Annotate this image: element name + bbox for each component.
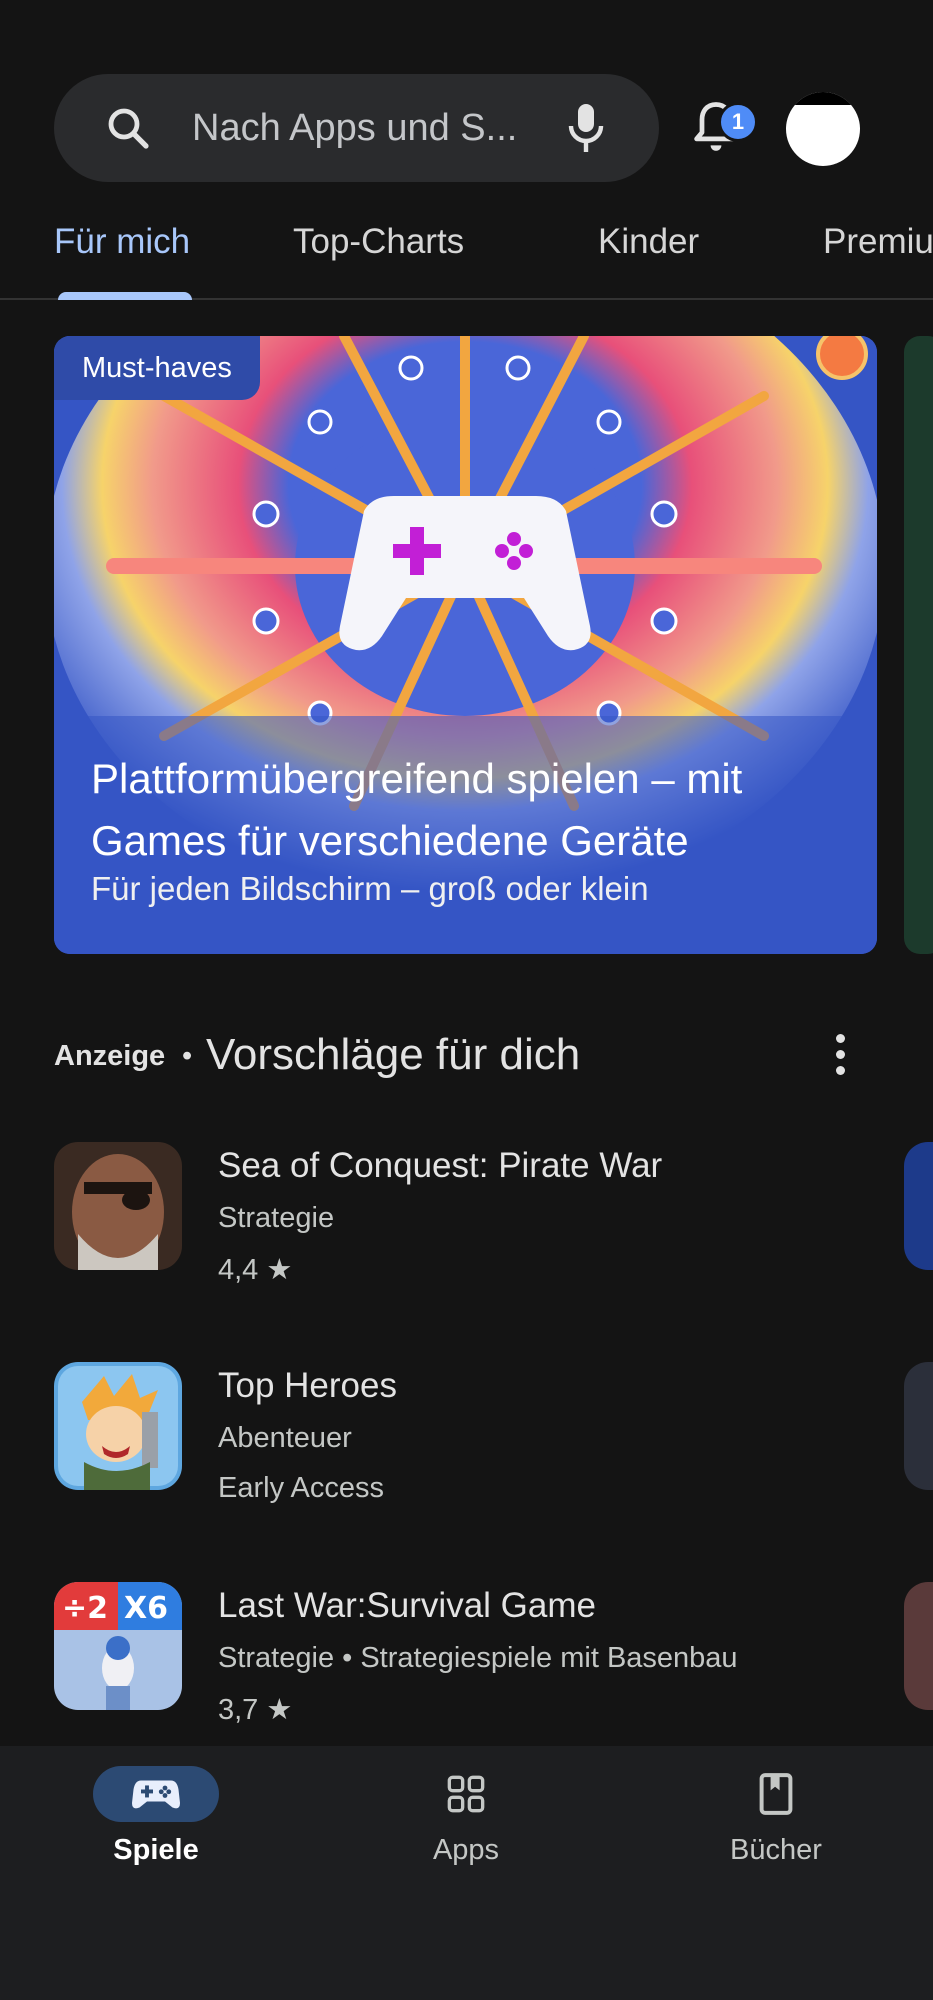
separator: •: [182, 1040, 193, 1072]
search-icon: [108, 108, 149, 149]
nav-item-apps[interactable]: Apps: [376, 1766, 556, 1867]
ad-label: Anzeige: [54, 1040, 166, 1072]
hero-subtitle: Für jeden Bildschirm – groß oder klein: [91, 870, 649, 907]
hero-title: Plattformübergreifend spielen – mit Game…: [91, 755, 743, 864]
list-item[interactable]: Sea of Conquest: Pirate War Strategie 4,…: [54, 1142, 933, 1322]
app-category: Abenteuer: [218, 1422, 352, 1454]
nav-label: Bücher: [730, 1834, 822, 1866]
app-category: Strategie: [218, 1202, 335, 1234]
search-input[interactable]: Nach Apps und S...: [192, 107, 532, 150]
apps-grid-icon: [447, 1775, 485, 1813]
section-title: Vorschläge für dich: [206, 1030, 581, 1079]
hero-card[interactable]: Must-haves Plattformübergreifend spielen…: [54, 336, 877, 954]
svg-text:÷2: ÷2: [62, 1591, 108, 1626]
next-app-icon[interactable]: [904, 1362, 933, 1490]
gamepad-icon: [132, 1780, 180, 1809]
more-options-icon[interactable]: [830, 1034, 850, 1084]
next-app-icon[interactable]: [904, 1582, 933, 1710]
app-icon-top-heroes: [54, 1362, 182, 1490]
nav-pill: [403, 1766, 529, 1822]
book-icon: [759, 1773, 793, 1815]
bottom-navigation: Spiele Apps Bücher: [0, 1746, 933, 2000]
app-category: Strategie • Strategiespiele mit Basenbau: [218, 1642, 738, 1674]
search-bar[interactable]: Nach Apps und S...: [54, 74, 659, 182]
tab-fuer-mich[interactable]: Für mich: [54, 222, 190, 262]
app-name: Top Heroes: [218, 1366, 397, 1405]
app-status: Early Access: [218, 1472, 384, 1504]
active-tab-indicator: [58, 292, 192, 300]
nav-item-buecher[interactable]: Bücher: [686, 1766, 866, 1867]
avatar[interactable]: [786, 92, 860, 166]
app-icon-sea-of-conquest: [54, 1142, 182, 1270]
nav-label: Apps: [432, 1834, 500, 1866]
nav-pill: [713, 1766, 839, 1822]
nav-label: Spiele: [113, 1834, 199, 1866]
nav-pill: [93, 1766, 219, 1822]
next-hero-card[interactable]: [904, 336, 933, 954]
list-item[interactable]: ÷2 X6 Last War:Survival Game Strategie •…: [54, 1582, 933, 1762]
app-name: Last War:Survival Game: [218, 1586, 596, 1625]
svg-text:X6: X6: [124, 1591, 168, 1626]
tab-kinder[interactable]: Kinder: [598, 222, 699, 262]
notification-badge: 1: [718, 102, 758, 142]
tab-premium[interactable]: Premiu: [823, 222, 933, 262]
tab-top-charts[interactable]: Top-Charts: [293, 222, 464, 262]
hero-tag: Must-haves: [54, 336, 260, 400]
microphone-icon[interactable]: [566, 102, 606, 154]
app-rating: 4,4 ★: [218, 1254, 293, 1286]
app-rating: 3,7 ★: [218, 1694, 293, 1726]
next-app-icon[interactable]: [904, 1142, 933, 1270]
nav-item-spiele[interactable]: Spiele: [66, 1766, 246, 1867]
app-name: Sea of Conquest: Pirate War: [218, 1146, 663, 1185]
app-icon-last-war: ÷2 X6: [54, 1582, 182, 1710]
list-item[interactable]: Top Heroes Abenteuer Early Access: [54, 1362, 933, 1542]
